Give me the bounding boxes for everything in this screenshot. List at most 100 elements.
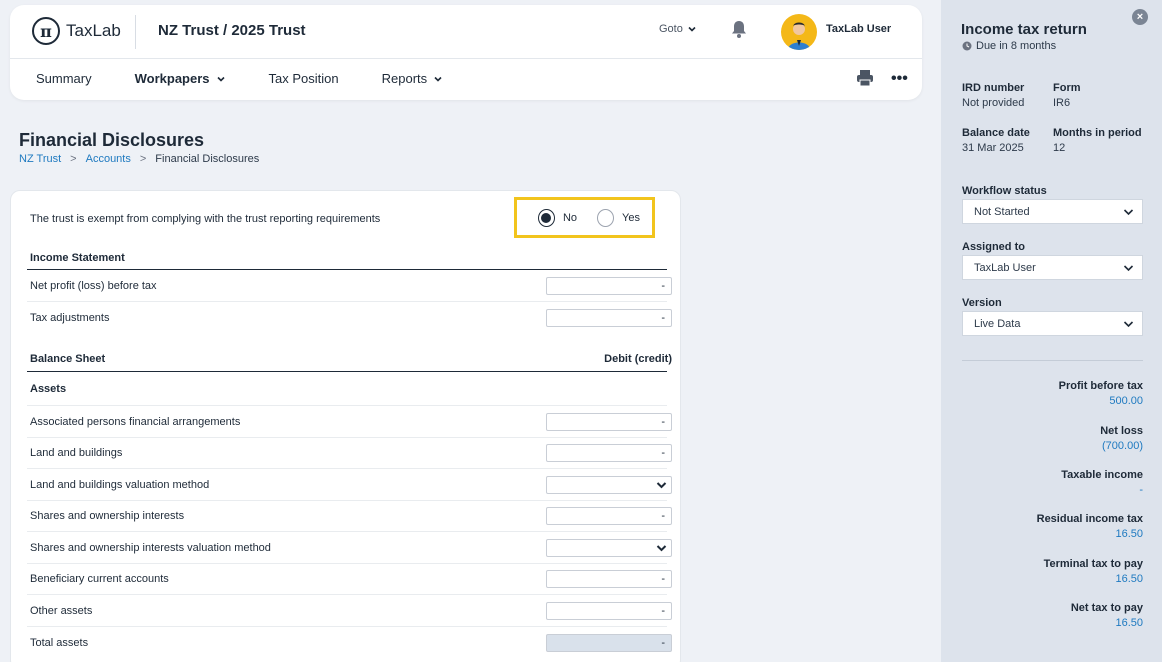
chevron-down-icon (216, 76, 225, 82)
months-field: Months in period 12 (1053, 127, 1142, 154)
header-divider (135, 15, 136, 49)
summary-value[interactable]: 16.50 (1037, 528, 1143, 540)
more-options-icon[interactable]: ••• (891, 70, 908, 88)
summary-terminal-tax: Terminal tax to pay 16.50 (1044, 558, 1143, 585)
summary-net-loss: Net loss (700.00) (1100, 425, 1143, 452)
summary-value[interactable]: (700.00) (1100, 440, 1143, 452)
summary-value[interactable]: 16.50 (1071, 617, 1143, 629)
radio-yes[interactable] (597, 208, 615, 227)
version-label: Version (962, 297, 1002, 309)
summary-value[interactable]: 16.50 (1044, 573, 1143, 585)
panel-divider (962, 360, 1143, 361)
radio-yes-label[interactable]: Yes (622, 212, 640, 224)
summary-taxable-income: Taxable income - (1061, 469, 1143, 496)
balance-sheet-header: Balance Sheet Debit (credit) (27, 346, 672, 372)
close-icon[interactable]: × (1132, 9, 1148, 25)
row-label: Shares and ownership interests valuation… (30, 541, 271, 554)
table-row: Shares and ownership interests valuation… (27, 532, 672, 564)
logo[interactable]: π TaxLab (32, 17, 121, 45)
chevron-down-icon (656, 544, 667, 551)
version-select[interactable]: Live Data (962, 311, 1143, 336)
financial-disclosures-card: The trust is exempt from complying with … (10, 190, 681, 662)
form-label: Form (1053, 82, 1081, 94)
version-value: Live Data (974, 317, 1021, 330)
table-row: Associated persons financial arrangement… (27, 406, 672, 438)
row-label: Land and buildings (30, 447, 123, 459)
header-card: π TaxLab NZ Trust / 2025 Trust Goto TaxL… (10, 5, 922, 100)
chevron-down-icon (656, 481, 667, 488)
nav-workpapers-label: Workpapers (134, 71, 210, 86)
summary-value[interactable]: - (1061, 484, 1143, 496)
panel-title: Income tax return (961, 21, 1087, 38)
assigned-to-select[interactable]: TaxLab User (962, 255, 1143, 280)
main-nav: Summary Workpapers Tax Position Reports (36, 71, 486, 86)
row-label: Shares and ownership interests (30, 510, 185, 522)
nav-workpapers[interactable]: Workpapers (135, 71, 226, 86)
workflow-status-select[interactable]: Not Started (962, 199, 1143, 224)
exempt-radio-group: No Yes (514, 197, 655, 238)
summary-label: Taxable income (1061, 469, 1143, 481)
logo-mark: π (32, 17, 60, 45)
breadcrumb-nz-trust[interactable]: NZ Trust (19, 153, 61, 165)
header-separator (10, 58, 922, 59)
ird-value: Not provided (962, 97, 1025, 109)
table-row: Beneficiary current accounts - (27, 564, 672, 595)
goto-menu[interactable]: Goto (659, 23, 697, 35)
ird-number-field: IRD number Not provided (962, 82, 1024, 109)
amount-input[interactable]: - (546, 570, 672, 588)
row-label: Tax adjustments (30, 312, 110, 324)
nav-summary-label: Summary (36, 71, 92, 86)
nav-tax-position-label: Tax Position (268, 71, 339, 86)
table-row: Other assets - (27, 595, 672, 627)
months-value: 12 (1053, 142, 1066, 154)
net-profit-input[interactable]: - (546, 276, 672, 295)
bell-icon[interactable] (730, 19, 748, 42)
chevron-down-icon (1123, 208, 1134, 215)
nav-summary[interactable]: Summary (36, 71, 92, 86)
summary-value[interactable]: 500.00 (1059, 395, 1143, 407)
chevron-down-icon (1123, 264, 1134, 271)
chevron-down-icon (434, 76, 442, 82)
summary-profit-before-tax: Profit before tax 500.00 (1059, 380, 1143, 407)
valuation-method-select[interactable] (546, 475, 672, 494)
breadcrumb-accounts[interactable]: Accounts (86, 153, 131, 165)
nav-reports-label: Reports (381, 71, 428, 86)
balance-date-value: 31 Mar 2025 (962, 142, 1024, 154)
amount-input[interactable]: - (546, 412, 672, 431)
amount-input[interactable]: - (546, 507, 672, 525)
row-label: Land and buildings valuation method (30, 478, 210, 491)
printer-icon[interactable] (856, 69, 874, 90)
chevron-down-icon (1123, 320, 1134, 327)
breadcrumb-separator: > (139, 153, 147, 165)
table-row: Land and buildings valuation method (27, 469, 672, 501)
row-label: Associated persons financial arrangement… (30, 415, 241, 428)
table-row: Total assets - (27, 627, 672, 658)
avatar[interactable] (781, 14, 817, 50)
row-label: Other assets (30, 604, 93, 617)
form-field: Form IR6 (1053, 82, 1081, 109)
amount-input[interactable]: - (546, 444, 672, 462)
summary-label: Terminal tax to pay (1043, 558, 1143, 570)
table-row: Tax adjustments - (27, 302, 672, 334)
summary-label: Net tax to pay (1070, 602, 1143, 614)
months-label: Months in period (1053, 127, 1142, 139)
amount-input[interactable]: - (546, 601, 672, 620)
nav-reports[interactable]: Reports (382, 71, 444, 86)
exempt-question: The trust is exempt from complying with … (30, 213, 381, 225)
page-title: Financial Disclosures (19, 130, 205, 150)
workflow-label: Workflow status (962, 185, 1047, 197)
radio-no-label[interactable]: No (563, 212, 577, 224)
tax-adjustments-input[interactable]: - (546, 309, 672, 327)
summary-label: Residual income tax (1036, 513, 1143, 525)
balance-date-label: Balance date (962, 127, 1030, 139)
assets-title: Assets (30, 383, 67, 395)
nav-tax-position[interactable]: Tax Position (269, 71, 339, 86)
breadcrumb-separator: > (70, 153, 77, 165)
workflow-value: Not Started (974, 205, 1030, 218)
radio-no[interactable] (538, 208, 555, 227)
income-statement-title: Income Statement (30, 252, 125, 264)
user-name[interactable]: TaxLab User (826, 23, 891, 35)
valuation-method-select[interactable] (546, 538, 672, 557)
debit-credit-header: Debit (credit) (604, 352, 672, 365)
clock-icon (962, 41, 972, 51)
